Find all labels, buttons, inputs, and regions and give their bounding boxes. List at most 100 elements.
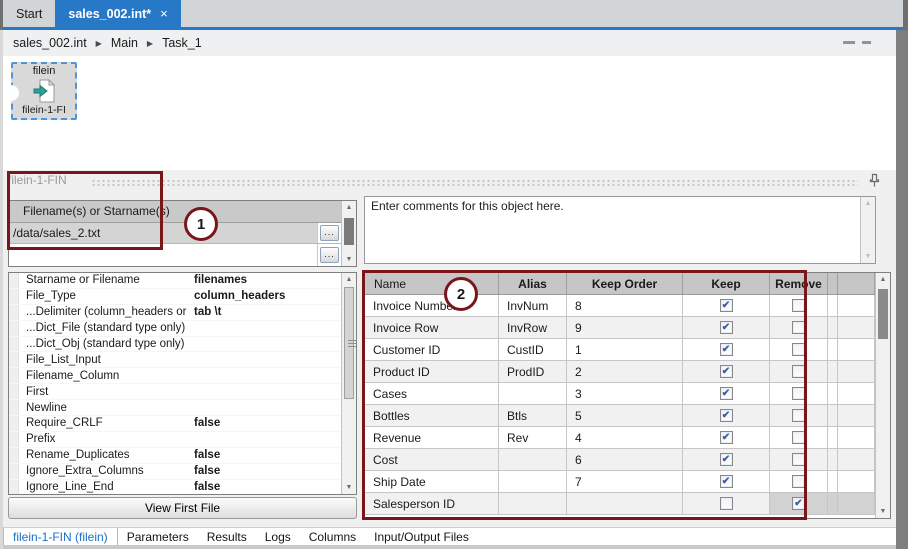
property-row[interactable]: Prefix xyxy=(9,432,341,448)
property-row[interactable]: First xyxy=(9,384,341,400)
cell-name[interactable]: Customer ID xyxy=(365,339,499,361)
property-row[interactable]: File_Typecolumn_headers xyxy=(9,289,341,305)
remove-checkbox[interactable] xyxy=(792,321,805,334)
tab-results[interactable]: Results xyxy=(198,528,256,545)
cell-alias[interactable] xyxy=(499,449,567,471)
cell-keep-order[interactable]: 5 xyxy=(567,405,683,427)
comments-input[interactable]: Enter comments for this object here. xyxy=(365,197,860,263)
property-row[interactable]: Ignore_Extra_Columnsfalse xyxy=(9,464,341,480)
tab-columns[interactable]: Columns xyxy=(300,528,365,545)
cell-name[interactable]: Bottles xyxy=(365,405,499,427)
scroll-up-icon[interactable]: ▲ xyxy=(865,200,872,207)
cell-keep-order[interactable]: 9 xyxy=(567,317,683,339)
tab-logs[interactable]: Logs xyxy=(256,528,300,545)
cell-name[interactable]: Salesperson ID xyxy=(365,493,499,515)
cell-name[interactable]: Ship Date xyxy=(365,471,499,493)
property-value[interactable]: false xyxy=(189,465,341,477)
keep-checkbox[interactable] xyxy=(720,365,733,378)
remove-checkbox[interactable] xyxy=(792,431,805,444)
table-row[interactable]: Product IDProdID2 xyxy=(365,361,890,383)
cell-alias[interactable]: Btls xyxy=(499,405,567,427)
cell-alias[interactable]: ProdID xyxy=(499,361,567,383)
filename-row[interactable]: ... xyxy=(9,244,341,266)
tab-parameters[interactable]: Parameters xyxy=(118,528,198,545)
browse-button[interactable]: ... xyxy=(320,247,339,263)
scroll-down-icon[interactable]: ▼ xyxy=(346,256,353,263)
cell-keep-order[interactable] xyxy=(567,493,683,515)
keep-checkbox[interactable] xyxy=(720,343,733,356)
breadcrumb-item-task[interactable]: Task_1 xyxy=(162,36,202,50)
scroll-up-icon[interactable]: ▲ xyxy=(880,276,887,283)
cell-keep-order[interactable]: 4 xyxy=(567,427,683,449)
table-row[interactable]: Ship Date 7 xyxy=(365,471,890,493)
close-icon[interactable]: × xyxy=(160,6,168,21)
remove-checkbox[interactable] xyxy=(792,299,805,312)
cell-keep-order[interactable]: 8 xyxy=(567,295,683,317)
view-first-file-button[interactable]: View First File xyxy=(8,497,357,519)
table-row[interactable]: RevenueRev4 xyxy=(365,427,890,449)
cell-alias[interactable] xyxy=(499,493,567,515)
tab-input-output-files[interactable]: Input/Output Files xyxy=(365,528,478,545)
table-row[interactable]: BottlesBtls5 xyxy=(365,405,890,427)
scrollbar-thumb[interactable] xyxy=(344,287,354,399)
column-header-name[interactable]: Name xyxy=(365,273,499,294)
filein-node[interactable]: filein filein-1-FI xyxy=(11,62,77,120)
cell-name[interactable]: Cost xyxy=(365,449,499,471)
filename-row[interactable]: /data/sales_2.txt ... xyxy=(9,223,341,245)
browse-button[interactable]: ... xyxy=(320,225,339,241)
column-header-keep-order[interactable]: Keep Order xyxy=(567,273,683,294)
property-row[interactable]: ...Dict_Obj (standard type only) xyxy=(9,337,341,353)
scroll-down-icon[interactable]: ▼ xyxy=(346,484,353,491)
remove-checkbox[interactable] xyxy=(792,497,805,510)
keep-checkbox[interactable] xyxy=(720,453,733,466)
table-row[interactable]: Salesperson ID xyxy=(365,493,890,515)
remove-checkbox[interactable] xyxy=(792,365,805,378)
table-row[interactable]: Invoice RowInvRow9 xyxy=(365,317,890,339)
property-value[interactable]: tab \t xyxy=(189,306,341,318)
scroll-up-icon[interactable]: ▲ xyxy=(346,204,353,211)
property-value[interactable]: false xyxy=(189,417,341,429)
remove-checkbox[interactable] xyxy=(792,387,805,400)
comments-scrollbar[interactable]: ▲ ▼ xyxy=(860,197,875,263)
keep-checkbox[interactable] xyxy=(720,321,733,334)
cell-keep-order[interactable]: 1 xyxy=(567,339,683,361)
remove-checkbox[interactable] xyxy=(792,453,805,466)
property-row[interactable]: Ignore_Line_Endfalse xyxy=(9,480,341,494)
tab-start[interactable]: Start xyxy=(3,0,55,27)
scrollbar-thumb[interactable] xyxy=(344,218,354,245)
keep-checkbox[interactable] xyxy=(720,497,733,510)
column-header-remove[interactable]: Remove xyxy=(770,273,828,294)
keep-checkbox[interactable] xyxy=(720,475,733,488)
cell-alias[interactable]: InvNum xyxy=(499,295,567,317)
property-row[interactable]: Require_CRLFfalse xyxy=(9,416,341,432)
cell-keep-order[interactable]: 2 xyxy=(567,361,683,383)
keep-checkbox[interactable] xyxy=(720,409,733,422)
cell-name[interactable]: Invoice Row xyxy=(365,317,499,339)
scroll-up-icon[interactable]: ▲ xyxy=(346,276,353,283)
property-row[interactable]: ...Dict_File (standard type only) xyxy=(9,321,341,337)
tab-sales-002[interactable]: sales_002.int* × xyxy=(55,0,180,27)
keep-checkbox[interactable] xyxy=(720,299,733,312)
property-row[interactable]: Filename_Column xyxy=(9,368,341,384)
property-value[interactable]: false xyxy=(189,481,341,493)
keep-checkbox[interactable] xyxy=(720,387,733,400)
cell-alias[interactable]: CustID xyxy=(499,339,567,361)
property-grid-scrollbar[interactable]: ▲ ▼ xyxy=(341,273,356,494)
cell-keep-order[interactable]: 7 xyxy=(567,471,683,493)
cell-keep-order[interactable]: 6 xyxy=(567,449,683,471)
collapse-icon[interactable] xyxy=(843,41,855,44)
remove-checkbox[interactable] xyxy=(792,409,805,422)
cell-alias[interactable]: Rev xyxy=(499,427,567,449)
cell-name[interactable]: Revenue xyxy=(365,427,499,449)
property-row[interactable]: ...Delimiter (column_headers ortab \t xyxy=(9,305,341,321)
property-value[interactable]: column_headers xyxy=(189,290,341,302)
cell-name[interactable]: Cases xyxy=(365,383,499,405)
filename-value[interactable]: /data/sales_2.txt xyxy=(9,223,317,244)
table-row[interactable]: Invoice NumberInvNum8 xyxy=(365,295,890,317)
table-row[interactable]: Customer IDCustID1 xyxy=(365,339,890,361)
table-row[interactable]: Cost 6 xyxy=(365,449,890,471)
property-value[interactable]: filenames xyxy=(189,274,341,286)
scroll-down-icon[interactable]: ▼ xyxy=(880,508,887,515)
remove-checkbox[interactable] xyxy=(792,343,805,356)
column-header-alias[interactable]: Alias xyxy=(499,273,567,294)
